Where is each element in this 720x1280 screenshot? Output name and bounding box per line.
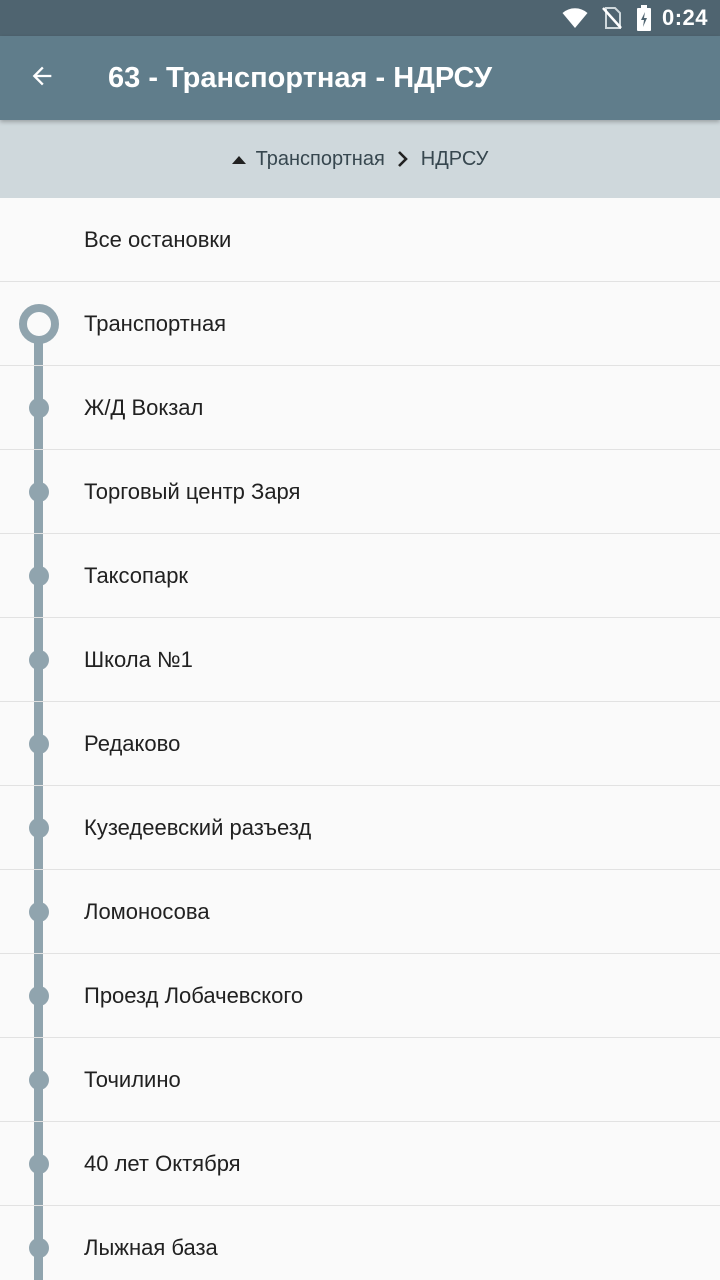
stop-item[interactable]: Редаково <box>0 702 720 786</box>
stop-name: Кузедеевский разъезд <box>84 814 312 840</box>
wifi-icon <box>562 7 588 29</box>
direction-breadcrumb[interactable]: Транспортная НДРСУ <box>0 120 720 198</box>
stop-item[interactable]: Точилино <box>0 1038 720 1122</box>
route-stop-marker-icon <box>29 818 49 838</box>
route-start-marker-icon <box>19 304 59 344</box>
status-bar: 0:24 <box>0 0 720 36</box>
stop-item[interactable]: Школа №1 <box>0 618 720 702</box>
no-sim-icon <box>602 6 622 30</box>
stop-name: Транспортная <box>84 310 227 336</box>
stop-item[interactable]: Таксопарк <box>0 534 720 618</box>
back-button[interactable] <box>0 36 84 120</box>
stop-name: Редаково <box>84 730 181 756</box>
stop-name: Ломоносова <box>84 898 210 924</box>
page-title: 63 - Транспортная - НДРСУ <box>108 61 493 94</box>
stop-name: Проезд Лобачевского <box>84 982 304 1008</box>
stop-item[interactable]: Кузедеевский разъезд <box>0 786 720 870</box>
stop-item[interactable]: Проезд Лобачевского <box>0 954 720 1038</box>
stop-name: Ж/Д Вокзал <box>84 394 204 420</box>
all-stops-item[interactable]: Все остановки <box>0 198 720 282</box>
stop-name: Школа №1 <box>84 646 193 672</box>
stop-name: 40 лет Октября <box>84 1150 241 1176</box>
stop-item[interactable]: Торговый центр Заря <box>0 450 720 534</box>
route-stop-marker-icon <box>29 650 49 670</box>
route-stop-marker-icon <box>29 482 49 502</box>
route-stop-marker-icon <box>29 1154 49 1174</box>
stop-name: Таксопарк <box>84 562 189 588</box>
triangle-up-icon <box>231 148 246 171</box>
stops-list[interactable]: Все остановки Транспортная Ж/Д Вокзал То… <box>0 198 720 1280</box>
battery-charging-icon <box>636 5 652 31</box>
stop-item[interactable]: Ломоносова <box>0 870 720 954</box>
stop-item[interactable]: Транспортная <box>0 282 720 366</box>
stop-item[interactable]: 40 лет Октября <box>0 1122 720 1206</box>
stop-name: Торговый центр Заря <box>84 478 301 504</box>
route-stop-marker-icon <box>29 398 49 418</box>
stop-item[interactable]: Лыжная база <box>0 1206 720 1280</box>
stop-item[interactable]: Ж/Д Вокзал <box>0 366 720 450</box>
route-stop-marker-icon <box>29 986 49 1006</box>
route-stop-marker-icon <box>29 902 49 922</box>
route-stop-marker-icon <box>29 566 49 586</box>
route-stop-marker-icon <box>29 1070 49 1090</box>
arrow-back-icon <box>28 62 56 95</box>
route-stop-marker-icon <box>29 1238 49 1258</box>
breadcrumb-to: НДРСУ <box>420 147 489 170</box>
app-bar: 63 - Транспортная - НДРСУ <box>0 36 720 120</box>
status-time: 0:24 <box>661 5 708 30</box>
breadcrumb-from: Транспортная <box>255 147 385 170</box>
chevron-right-icon <box>397 150 409 168</box>
stop-name: Точилино <box>84 1066 181 1092</box>
route-stop-marker-icon <box>29 734 49 754</box>
stop-name: Лыжная база <box>84 1234 218 1260</box>
